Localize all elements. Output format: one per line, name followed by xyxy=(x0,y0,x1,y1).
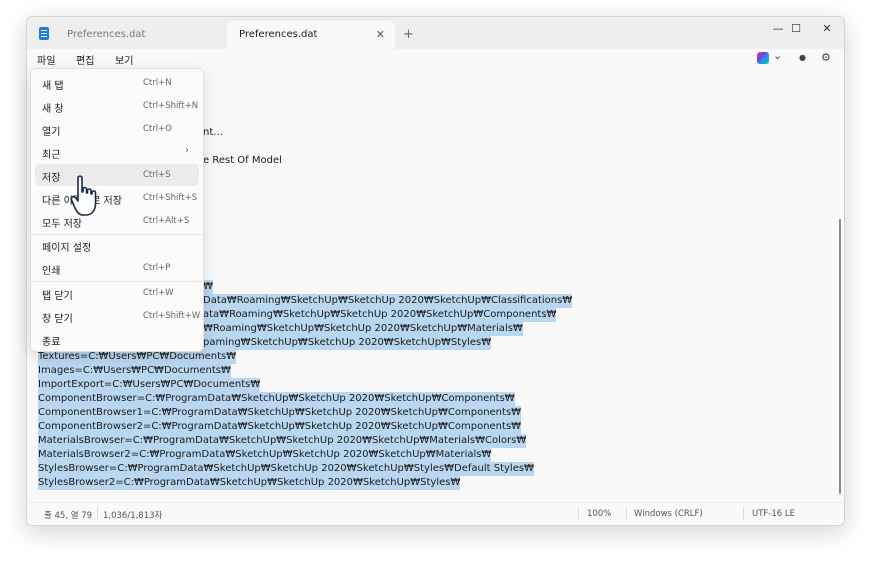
account-icon[interactable]: ● xyxy=(799,53,806,62)
menu-file[interactable]: 파일 xyxy=(37,52,55,67)
menu-item-shortcut: Ctrl+N xyxy=(143,78,172,88)
tab-close-icon[interactable]: ✕ xyxy=(376,21,385,49)
editor-line: StylesBrowser2=C:₩ProgramData₩SketchUp₩S… xyxy=(38,476,461,490)
menu-item-recent[interactable]: 최근 › xyxy=(35,141,199,163)
status-divider xyxy=(626,507,627,520)
copilot-icon[interactable] xyxy=(757,52,769,64)
editor-line: ComponentBrowser2=C:₩ProgramData₩SketchU… xyxy=(38,420,522,434)
menu-item-label: 열기 xyxy=(42,127,61,138)
menu-item-label: 페이지 설정 xyxy=(42,243,92,254)
tab-label: Preferences.dat xyxy=(67,29,146,40)
menu-item-save-as[interactable]: 다른 이름으로 저장 Ctrl+Shift+S xyxy=(35,187,199,209)
menu-item-shortcut: Ctrl+Shift+N xyxy=(143,101,199,111)
menu-item-shortcut: Ctrl+Shift+W xyxy=(143,311,201,321)
menu-item-exit[interactable]: 종료 xyxy=(35,328,199,350)
menu-item-label: 새 탭 xyxy=(42,81,64,92)
menu-item-label: 탭 닫기 xyxy=(42,291,73,302)
line-ending[interactable]: Windows (CRLF) xyxy=(634,509,703,519)
menu-item-shortcut: Ctrl+Alt+S xyxy=(143,216,190,226)
close-button[interactable]: ✕ xyxy=(812,17,842,41)
menu-item-label: 최근 xyxy=(42,150,61,161)
menu-edit[interactable]: 편집 xyxy=(76,52,94,67)
menu-item-new-tab[interactable]: 새 탭 Ctrl+N xyxy=(35,72,199,94)
menu-item-shortcut: Ctrl+S xyxy=(143,170,171,180)
editor-line: MaterialsBrowser=C:₩ProgramData₩SketchUp… xyxy=(38,434,527,448)
editor-line: Textures=C:₩Users₩PC₩Documents₩ xyxy=(38,350,237,364)
menu-item-label: 저장 xyxy=(42,173,61,184)
editor-line: StylesBrowser=C:₩ProgramData₩SketchUp₩Sk… xyxy=(38,462,534,476)
menu-item-label: 창 닫기 xyxy=(42,314,73,325)
menu-item-print[interactable]: 인쇄 Ctrl+P xyxy=(35,257,199,279)
menu-item-label: 인쇄 xyxy=(42,266,61,277)
menu-item-label: 종료 xyxy=(42,337,61,348)
menu-item-close-window[interactable]: 창 닫기 Ctrl+Shift+W xyxy=(35,305,201,327)
menu-view[interactable]: 보기 xyxy=(115,52,133,67)
editor-line: ImportExport=C:₩Users₩PC₩Documents₩ xyxy=(38,378,261,392)
chevron-right-icon: › xyxy=(185,145,189,156)
maximize-button[interactable]: ☐ xyxy=(781,17,811,41)
cursor-position: 줄 45, 열 79 xyxy=(44,511,93,521)
menu-item-shortcut: Ctrl+W xyxy=(143,288,174,298)
menu-item-shortcut: Ctrl+Shift+S xyxy=(143,193,198,203)
editor-line: ComponentBrowser1=C:₩ProgramData₩SketchU… xyxy=(38,406,522,420)
editor-line: Images=C:₩Users₩PC₩Documents₩ xyxy=(38,364,231,378)
menu-item-shortcut: Ctrl+O xyxy=(143,124,172,134)
menu-item-open[interactable]: 열기 Ctrl+O xyxy=(35,118,199,140)
menu-bar: 파일 편집 보기 ⌄ ● ⚙ xyxy=(27,49,844,69)
zoom-level[interactable]: 100% xyxy=(587,509,611,519)
editor-line-hidden: ₩Roaming₩SketchUp₩SketchUp 2020₩SketchUp… xyxy=(203,322,523,336)
menu-item-new-window[interactable]: 새 창 Ctrl+Shift+N xyxy=(35,95,199,117)
menu-item-label: 새 창 xyxy=(42,104,64,115)
file-menu-dropdown: 새 탭 Ctrl+N 새 창 Ctrl+Shift+N 열기 Ctrl+O 최근… xyxy=(30,68,204,352)
settings-icon[interactable]: ⚙ xyxy=(821,51,831,64)
chevron-down-icon[interactable]: ⌄ xyxy=(773,49,782,62)
title-bar: Preferences.dat Preferences.dat ✕ + — ☐ … xyxy=(27,17,844,49)
editor-line-hidden: Data₩Roaming₩SketchUp₩SketchUp 2020₩Sket… xyxy=(203,294,573,308)
editor-line: ComponentBrowser=C:₩ProgramData₩SketchUp… xyxy=(38,392,515,406)
menu-item-save-all[interactable]: 모두 저장 Ctrl+Alt+S xyxy=(35,210,199,232)
menu-item-page-setup[interactable]: 페이지 설정 xyxy=(35,234,199,256)
editor-line-hidden: ₩ xyxy=(203,280,213,294)
editor-line-hidden: paming₩SketchUp₩SketchUp 2020₩SketchUp₩S… xyxy=(203,336,492,350)
status-divider xyxy=(97,507,98,520)
tab-preferences-inactive[interactable]: Preferences.dat xyxy=(55,21,225,49)
vertical-scrollbar[interactable] xyxy=(839,219,841,494)
encoding[interactable]: UTF-16 LE xyxy=(752,509,795,519)
status-divider xyxy=(743,507,744,520)
editor-line-partial: nt... xyxy=(203,127,223,138)
editor-line-hidden: ata₩Roaming₩SketchUp₩SketchUp 2020₩Sketc… xyxy=(203,308,557,322)
character-count: 1,036/1,813자 xyxy=(103,511,163,521)
tab-preferences-active[interactable]: Preferences.dat ✕ xyxy=(227,21,395,49)
notepad-app-icon xyxy=(39,27,49,40)
new-tab-button[interactable]: + xyxy=(403,21,414,49)
editor-line-partial: e Rest Of Model xyxy=(203,155,282,166)
status-bar: 줄 45, 열 79 1,036/1,813자 100% Windows (CR… xyxy=(27,502,844,525)
status-divider xyxy=(578,507,579,520)
editor-line: MaterialsBrowser2=C:₩ProgramData₩SketchU… xyxy=(38,448,492,462)
menu-item-save[interactable]: 저장 Ctrl+S xyxy=(35,164,199,186)
tab-label: Preferences.dat xyxy=(239,29,318,40)
menu-item-close-tab[interactable]: 탭 닫기 Ctrl+W xyxy=(35,282,199,304)
menu-item-shortcut: Ctrl+P xyxy=(143,263,171,273)
hand-pointer-cursor-icon xyxy=(70,175,97,216)
